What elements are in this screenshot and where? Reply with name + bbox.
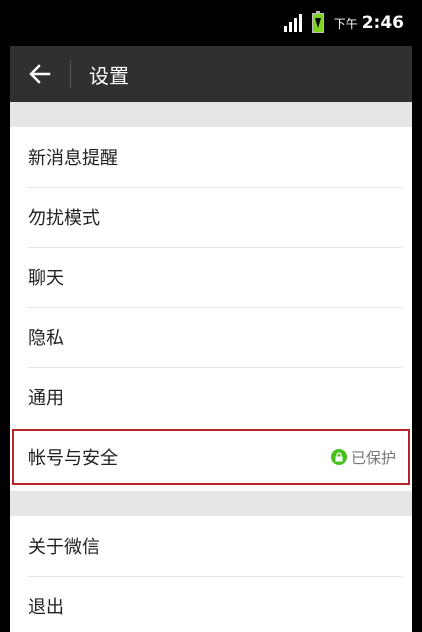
settings-item-label: 新消息提醒 [28,148,118,169]
protection-status-text: 已保护 [350,448,396,467]
status-icons: 下午 2:46 [283,0,404,46]
settings-list-secondary: 关于微信 退出 [10,516,412,632]
settings-list-main: 新消息提醒 勿扰模式 聊天 隐私 通用 帐号与安全 已保护 [10,127,412,487]
settings-item-label: 勿扰模式 [28,208,100,229]
screen: 下午 2:46 设置 新消息提醒 勿扰模式 聊天 隐私 通用 帐号与安全 已保护… [10,0,412,632]
settings-item-label: 聊天 [28,268,64,289]
settings-item-chats[interactable]: 聊天 [10,247,412,307]
page-title: 设置 [89,63,129,88]
status-time: 下午 2:46 [334,13,404,33]
settings-item-label: 通用 [28,388,64,409]
settings-item-account-security[interactable]: 帐号与安全 已保护 [10,427,412,487]
section-gap [10,102,412,127]
settings-item-privacy[interactable]: 隐私 [10,307,412,367]
status-bar: 下午 2:46 [10,0,412,46]
settings-item-label: 帐号与安全 [28,448,118,469]
arrow-left-icon [29,64,51,84]
settings-item-general[interactable]: 通用 [10,367,412,427]
settings-item-logout[interactable]: 退出 [10,576,412,632]
app-bar: 设置 [10,46,412,102]
time-clock: 2:46 [361,13,404,33]
settings-item-label: 隐私 [28,328,64,349]
header-divider [70,60,71,88]
back-button[interactable] [10,46,70,102]
settings-item-about-wechat[interactable]: 关于微信 [10,516,412,576]
lock-icon [330,449,347,465]
section-gap [10,491,412,516]
protection-status: 已保护 [330,427,396,487]
settings-item-do-not-disturb[interactable]: 勿扰模式 [10,187,412,247]
settings-item-label: 关于微信 [28,537,100,558]
time-period: 下午 [333,17,358,31]
settings-item-label: 退出 [28,597,64,618]
device-frame: 下午 2:46 设置 新消息提醒 勿扰模式 聊天 隐私 通用 帐号与安全 已保护… [0,0,422,632]
signal-icon [283,14,302,32]
battery-charging-icon [311,11,324,33]
settings-item-new-message-alerts[interactable]: 新消息提醒 [10,127,412,187]
